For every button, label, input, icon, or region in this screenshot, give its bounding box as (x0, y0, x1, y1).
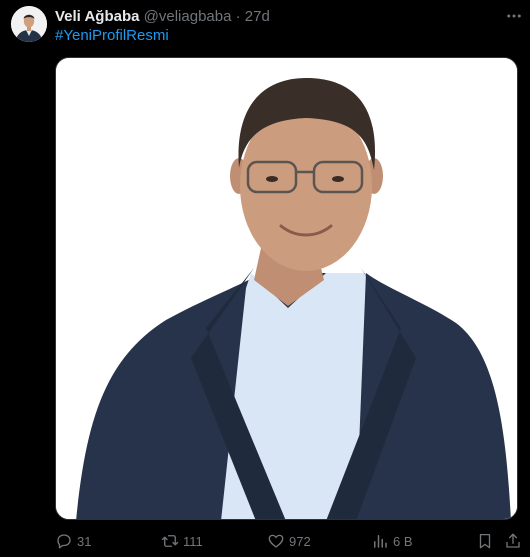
portrait-photo (56, 58, 517, 519)
views-count: 6 B (393, 533, 413, 549)
heart-icon (268, 534, 284, 548)
tweet-actions: 31 111 972 6 B (55, 530, 525, 552)
more-options-button[interactable] (502, 6, 526, 26)
reply-icon (57, 534, 71, 549)
more-horizontal-icon (507, 14, 521, 18)
share-button[interactable] (504, 530, 522, 552)
reply-count: 31 (77, 533, 92, 549)
tweet-header: Veli Ağbaba @veliagbaba · 27d (55, 8, 270, 26)
tweet-photo[interactable] (55, 57, 518, 520)
timestamp[interactable]: 27d (245, 8, 270, 25)
author-name[interactable]: Veli Ağbaba (55, 8, 139, 25)
like-button[interactable]: 972 (267, 530, 311, 552)
reply-button[interactable]: 31 (55, 530, 91, 552)
retweet-icon (161, 535, 179, 547)
separator-dot: · (235, 8, 241, 25)
avatar[interactable] (11, 6, 47, 42)
views-chart-icon (374, 535, 387, 548)
retweet-button[interactable]: 111 (161, 530, 203, 552)
views-button[interactable]: 6 B (371, 530, 413, 552)
like-count: 972 (289, 533, 311, 549)
bookmark-icon (479, 533, 491, 549)
author-handle[interactable]: @veliagbaba (144, 8, 232, 25)
retweet-count: 111 (183, 533, 203, 549)
share-icon (506, 533, 520, 548)
hashtag-link[interactable]: #YeniProfilResmi (55, 27, 169, 45)
bookmark-button[interactable] (476, 530, 494, 552)
